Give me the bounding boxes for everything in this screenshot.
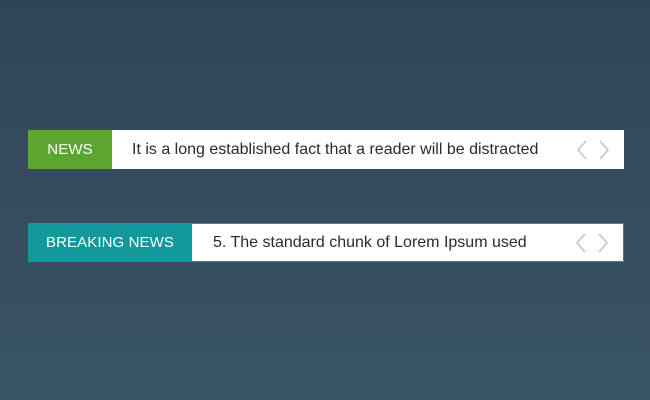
- breaking-news-label: BREAKING NEWS: [28, 223, 192, 262]
- news-ticker-nav: [574, 138, 624, 162]
- breaking-news-headline[interactable]: 5. The standard chunk of Lorem Ipsum use…: [192, 234, 573, 252]
- breaking-ticker-nav: [573, 231, 623, 255]
- chevron-right-icon: [599, 139, 610, 160]
- breaking-news-ticker: BREAKING NEWS 5. The standard chunk of L…: [28, 223, 624, 262]
- chevron-left-icon: [576, 139, 587, 160]
- chevron-left-icon: [575, 232, 586, 253]
- news-ticker: NEWS It is a long established fact that …: [28, 130, 624, 169]
- news-label: NEWS: [28, 130, 112, 169]
- chevron-right-icon: [598, 232, 609, 253]
- breaking-prev-button[interactable]: [573, 231, 589, 255]
- breaking-next-button[interactable]: [595, 231, 611, 255]
- news-prev-button[interactable]: [574, 138, 590, 162]
- news-next-button[interactable]: [596, 138, 612, 162]
- news-headline[interactable]: It is a long established fact that a rea…: [112, 141, 574, 159]
